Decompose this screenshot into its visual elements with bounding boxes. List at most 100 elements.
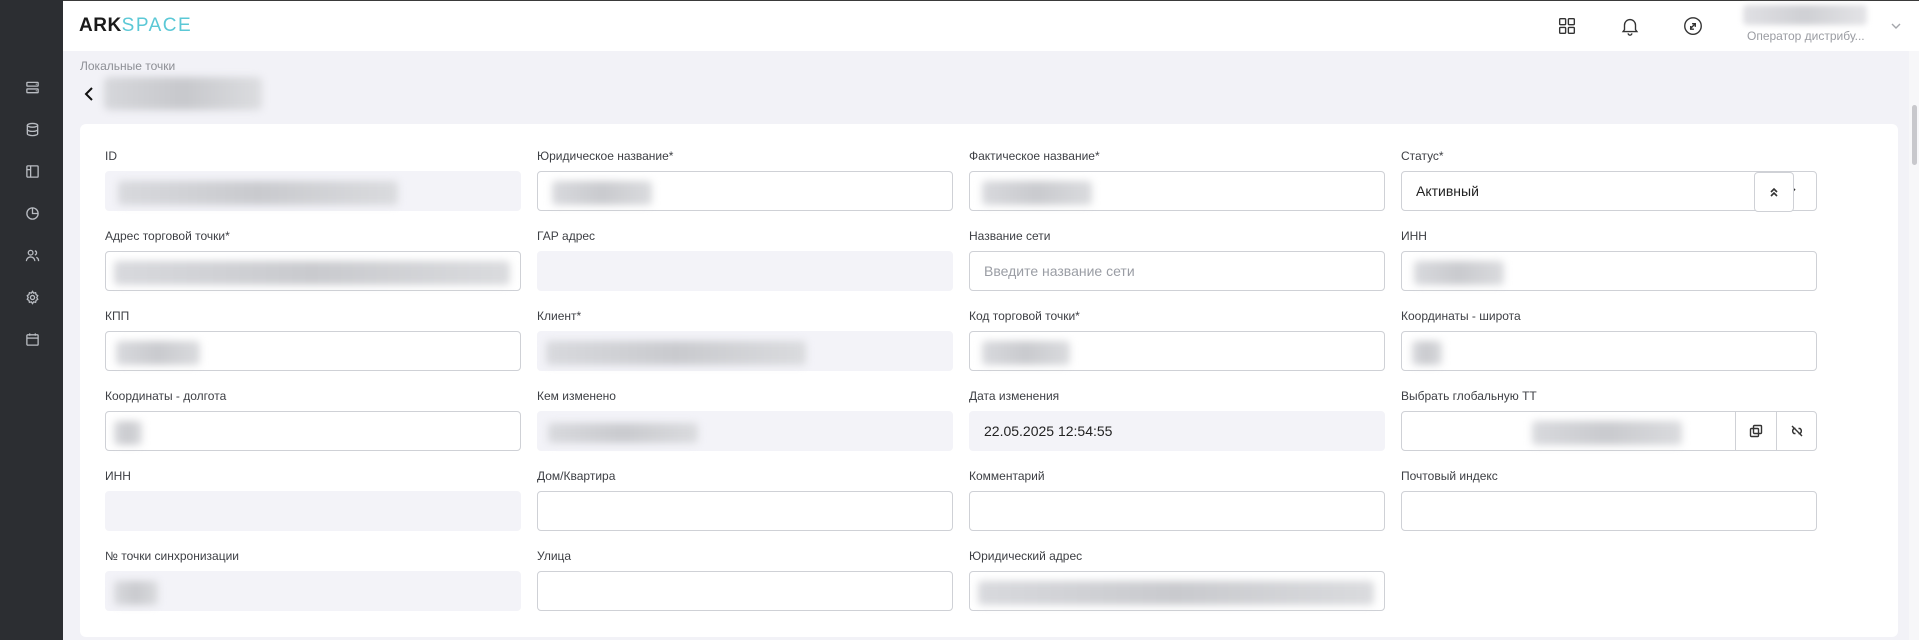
field-changed-date: Дата изменения 22.05.2025 12:54:55 xyxy=(969,389,1385,451)
copy-icon[interactable] xyxy=(1735,412,1776,450)
sidebar xyxy=(0,0,63,640)
outlet-code-input[interactable] xyxy=(969,331,1385,371)
field-inn-2: ИНН xyxy=(105,469,521,531)
field-outlet-code: Код торговой точки* xyxy=(969,309,1385,371)
user-name-redacted xyxy=(1743,5,1867,25)
apps-grid-icon[interactable] xyxy=(1555,14,1579,38)
page-scrollbar[interactable] xyxy=(1909,51,1919,640)
field-actual-name: Фактическое название* xyxy=(969,149,1385,211)
field-global-tt: Выбрать глобальную ТТ xyxy=(1401,389,1817,451)
house-label: Дом/Квартира xyxy=(537,469,616,483)
database-icon[interactable] xyxy=(22,119,42,139)
changed-by-label: Кем изменено xyxy=(537,389,616,403)
legal-address-label: Юридический адрес xyxy=(969,549,1083,563)
postcode-label: Почтовый индекс xyxy=(1401,469,1498,483)
street-input[interactable] xyxy=(537,571,953,611)
latitude-input[interactable] xyxy=(1401,331,1817,371)
field-postcode: Почтовый индекс xyxy=(1401,469,1817,531)
latitude-label: Координаты - широта xyxy=(1401,309,1521,323)
comment-label: Комментарий xyxy=(969,469,1045,483)
field-network: Название сети Введите название сети xyxy=(969,229,1385,291)
sync-field xyxy=(105,571,521,611)
kpp-label: КПП xyxy=(105,309,130,323)
user-menu[interactable]: Оператор дистрибу... xyxy=(1737,5,1887,45)
form-card: ID Юридическое название* Фактическое наз… xyxy=(80,124,1898,637)
pie-chart-icon[interactable] xyxy=(22,203,42,223)
inn2-label: ИНН xyxy=(105,469,131,483)
field-sync-point: № точки синхронизации xyxy=(105,549,521,611)
address-input[interactable] xyxy=(105,251,521,291)
postcode-input[interactable] xyxy=(1401,491,1817,531)
field-comment: Комментарий xyxy=(969,469,1385,531)
comment-input[interactable] xyxy=(969,491,1385,531)
breadcrumb[interactable]: Локальные точки xyxy=(80,59,175,73)
field-gar: ГАР адрес xyxy=(537,229,953,291)
field-legal-address: Юридический адрес xyxy=(969,549,1385,611)
global-tt-input[interactable] xyxy=(1401,411,1817,451)
network-input[interactable]: Введите название сети xyxy=(969,251,1385,291)
field-house: Дом/Квартира xyxy=(537,469,953,531)
inn-label: ИНН xyxy=(1401,229,1427,243)
unlink-icon[interactable] xyxy=(1776,412,1817,450)
client-label: Клиент* xyxy=(537,309,582,323)
actual-name-label: Фактическое название* xyxy=(969,149,1100,163)
user-role: Оператор дистрибу... xyxy=(1747,29,1865,43)
longitude-label: Координаты - долгота xyxy=(105,389,227,403)
actual-name-input[interactable] xyxy=(969,171,1385,211)
changed-date-label: Дата изменения xyxy=(969,389,1060,403)
client-field xyxy=(537,331,953,371)
chevron-down-icon[interactable] xyxy=(1889,19,1903,33)
status-label: Статус* xyxy=(1401,149,1444,163)
outlet-code-label: Код торговой точки* xyxy=(969,309,1080,323)
network-label: Название сети xyxy=(969,229,1051,243)
global-tt-label: Выбрать глобальную ТТ xyxy=(1401,389,1537,403)
sync-arrows-icon[interactable] xyxy=(1681,14,1705,38)
field-id: ID xyxy=(105,149,521,211)
field-legal-name: Юридическое название* xyxy=(537,149,953,211)
changed-by-field xyxy=(537,411,953,451)
layout-panel-icon[interactable] xyxy=(22,161,42,181)
field-kpp: КПП xyxy=(105,309,521,371)
collapse-up-button[interactable] xyxy=(1754,172,1794,212)
legal-address-input[interactable] xyxy=(969,571,1385,611)
logo-space-text: SPACE xyxy=(121,15,193,36)
address-label: Адрес торговой точки* xyxy=(105,229,230,243)
app-logo[interactable]: ARKSPACE xyxy=(79,15,192,37)
street-label: Улица xyxy=(537,549,572,563)
house-input[interactable] xyxy=(537,491,953,531)
field-inn: ИНН xyxy=(1401,229,1817,291)
gar-label: ГАР адрес xyxy=(537,229,596,243)
network-placeholder: Введите название сети xyxy=(984,263,1135,279)
double-chevron-up-icon xyxy=(1770,187,1778,197)
field-changed-by: Кем изменено xyxy=(537,389,953,451)
server-list-icon[interactable] xyxy=(22,77,42,97)
users-icon[interactable] xyxy=(22,245,42,265)
field-street: Улица xyxy=(537,549,953,611)
longitude-input[interactable] xyxy=(105,411,521,451)
field-address: Адрес торговой точки* xyxy=(105,229,521,291)
back-arrow-icon[interactable] xyxy=(82,84,100,104)
gar-field xyxy=(537,251,953,291)
id-field xyxy=(105,171,521,211)
legal-name-input[interactable] xyxy=(537,171,953,211)
kpp-input[interactable] xyxy=(105,331,521,371)
bell-icon[interactable] xyxy=(1618,14,1642,38)
top-header: ARKSPACE Оператор дистрибу... xyxy=(63,0,1919,51)
inn2-field xyxy=(105,491,521,531)
status-value: Активный xyxy=(1416,183,1479,199)
calendar-icon[interactable] xyxy=(22,329,42,349)
changed-date-field: 22.05.2025 12:54:55 xyxy=(969,411,1385,451)
field-status: Статус* Активный xyxy=(1401,149,1817,211)
sync-label: № точки синхронизации xyxy=(105,549,239,563)
field-client: Клиент* xyxy=(537,309,953,371)
field-longitude: Координаты - долгота xyxy=(105,389,521,451)
id-label: ID xyxy=(105,149,117,163)
changed-date-value: 22.05.2025 12:54:55 xyxy=(984,423,1113,439)
page-title-redacted xyxy=(104,77,262,110)
scrollbar-thumb[interactable] xyxy=(1912,105,1917,165)
field-latitude: Координаты - широта xyxy=(1401,309,1817,371)
logo-ark-text: ARK xyxy=(79,15,122,36)
inn-input[interactable] xyxy=(1401,251,1817,291)
legal-name-label: Юридическое название* xyxy=(537,149,674,163)
settings-gear-icon[interactable] xyxy=(22,287,42,307)
